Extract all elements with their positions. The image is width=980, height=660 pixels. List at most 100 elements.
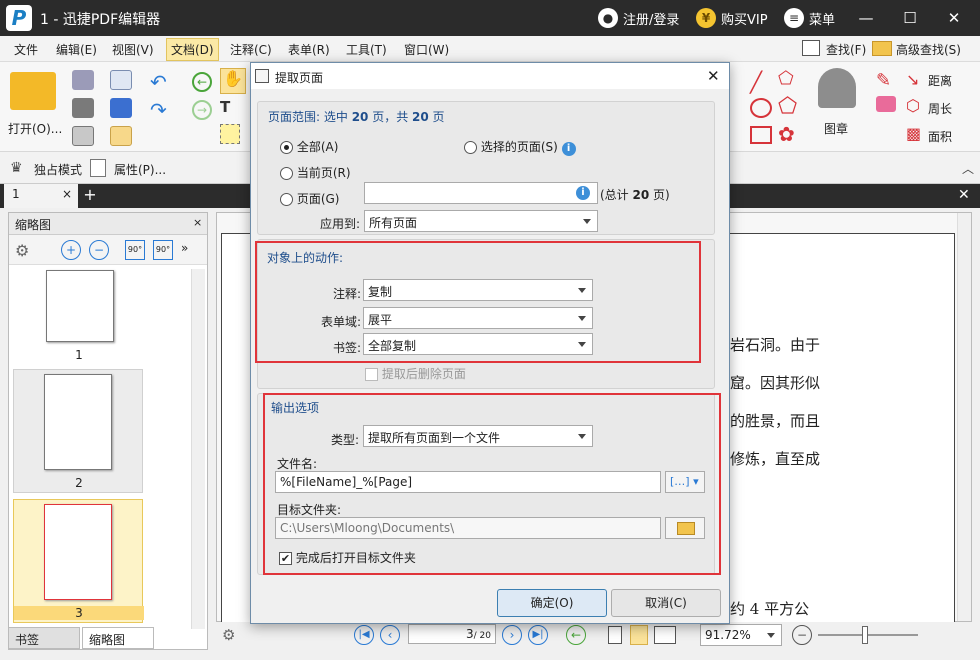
- form-field-select[interactable]: 展平: [363, 307, 593, 329]
- text-select-icon[interactable]: T: [220, 98, 230, 116]
- page-number-input[interactable]: 3/ 20: [408, 624, 496, 644]
- rectangle-icon[interactable]: [750, 126, 772, 144]
- maximize-button[interactable]: ☐: [896, 6, 924, 30]
- minimize-button[interactable]: —: [852, 6, 880, 30]
- email-icon[interactable]: [110, 70, 132, 90]
- zoom-in-icon[interactable]: +: [61, 240, 81, 260]
- print-icon[interactable]: [72, 98, 94, 118]
- exclusive-mode-button[interactable]: 独占模式: [34, 161, 82, 178]
- document-scrollbar[interactable]: [957, 213, 971, 621]
- redo-icon[interactable]: ↷: [150, 98, 167, 122]
- ok-button[interactable]: 确定(O): [497, 589, 607, 617]
- radio-pages[interactable]: 页面(G): [280, 190, 340, 207]
- line-icon[interactable]: ╱: [750, 70, 762, 94]
- status-zoom-out-icon[interactable]: −: [792, 625, 812, 645]
- first-page-icon[interactable]: |◀: [354, 625, 374, 645]
- snapshot-icon[interactable]: [220, 124, 240, 144]
- open-folder-icon[interactable]: [10, 72, 56, 110]
- bookmarks-tab[interactable]: 书签: [8, 627, 80, 649]
- close-tab-icon[interactable]: ×: [62, 187, 72, 201]
- add-tab-icon[interactable]: +: [82, 187, 98, 203]
- open-folder-checkbox-box[interactable]: ✔: [279, 552, 292, 565]
- menu-tools[interactable]: 工具(T): [346, 41, 387, 58]
- close-document-icon[interactable]: ✕: [958, 187, 970, 203]
- cancel-button[interactable]: 取消(C): [611, 589, 721, 617]
- stamp-label[interactable]: 图章: [824, 120, 848, 137]
- export-icon[interactable]: [72, 126, 94, 146]
- pencil-icon[interactable]: ✎: [876, 70, 891, 91]
- pages-info-icon[interactable]: i: [576, 186, 590, 200]
- status-settings-icon[interactable]: ⚙: [222, 626, 235, 644]
- rotate-right-icon[interactable]: 90°: [153, 240, 173, 260]
- area-button[interactable]: 面积: [928, 128, 952, 145]
- radio-all-indicator[interactable]: [280, 141, 293, 154]
- undo-icon[interactable]: ↶: [150, 70, 167, 94]
- zoom-slider-handle[interactable]: [862, 626, 868, 644]
- menu-form[interactable]: 表单(R): [288, 41, 330, 58]
- bookmark-select[interactable]: 全部复制: [363, 333, 593, 355]
- next-page-icon[interactable]: ›: [502, 625, 522, 645]
- zoom-slider[interactable]: [818, 634, 918, 636]
- close-window-button[interactable]: ✕: [940, 6, 968, 30]
- delete-after-checkbox[interactable]: 提取后删除页面: [365, 365, 466, 382]
- menu-window[interactable]: 窗口(W): [404, 41, 449, 58]
- thumbnail-page-3[interactable]: 3: [13, 499, 144, 623]
- eraser-icon[interactable]: [876, 96, 896, 112]
- register-login-button[interactable]: ● 注册/登录: [598, 8, 679, 28]
- menu-view[interactable]: 视图(V): [112, 41, 154, 58]
- two-page-icon[interactable]: [654, 626, 676, 644]
- back-icon[interactable]: ←: [192, 72, 212, 92]
- polygon-icon[interactable]: ⬠: [778, 94, 797, 119]
- cloud-icon[interactable]: ✿: [778, 122, 795, 146]
- thumbnail-page-2[interactable]: 2: [13, 369, 143, 493]
- open-folder-checkbox[interactable]: ✔ 完成后打开目标文件夹: [279, 549, 416, 566]
- buy-vip-button[interactable]: ¥ 购买VIP: [696, 8, 768, 28]
- find-button[interactable]: 查找(F): [826, 41, 866, 58]
- hand-tool-icon[interactable]: ✋: [220, 68, 246, 94]
- continuous-page-icon[interactable]: [630, 625, 648, 645]
- info-icon[interactable]: i: [561, 142, 576, 156]
- collapse-ribbon-icon[interactable]: ︿: [962, 160, 974, 177]
- radio-current-indicator[interactable]: [280, 167, 293, 180]
- delete-after-checkbox-box[interactable]: [365, 368, 378, 381]
- settings-gear-icon[interactable]: ⚙: [15, 241, 29, 260]
- filename-macro-button[interactable]: […] ▾: [665, 471, 705, 493]
- radio-pages-indicator[interactable]: [280, 193, 293, 206]
- menu-button[interactable]: ≡ 菜单: [784, 8, 835, 28]
- menu-file[interactable]: 文件: [14, 41, 38, 58]
- thumbnail-page-1[interactable]: 1: [13, 269, 143, 363]
- menu-edit[interactable]: 编辑(E): [56, 41, 97, 58]
- advanced-find-button[interactable]: 高级查找(S): [896, 41, 961, 58]
- more-chevron-icon[interactable]: »: [181, 241, 188, 255]
- status-back-icon[interactable]: ←: [566, 625, 586, 645]
- prev-page-icon[interactable]: ‹: [380, 625, 400, 645]
- forward-icon[interactable]: →: [192, 100, 212, 120]
- target-folder-input[interactable]: C:\Users\Mloong\Documents\: [275, 517, 661, 539]
- rotate-left-icon[interactable]: 90°: [125, 240, 145, 260]
- zoom-select[interactable]: 91.72%: [700, 624, 782, 646]
- scan-icon[interactable]: [110, 98, 132, 118]
- new-doc-icon[interactable]: [110, 126, 132, 146]
- thumbnails-tab[interactable]: 缩略图: [82, 627, 154, 649]
- pages-input[interactable]: [364, 182, 598, 204]
- radio-selected-pages[interactable]: 选择的页面(S) i: [464, 138, 576, 156]
- panel-scrollbar[interactable]: [191, 269, 205, 629]
- annotation-select[interactable]: 复制: [363, 279, 593, 301]
- menu-document[interactable]: 文档(D): [166, 38, 219, 61]
- apply-to-select[interactable]: 所有页面: [364, 210, 598, 232]
- zoom-out-icon[interactable]: −: [89, 240, 109, 260]
- distance-button[interactable]: 距离: [928, 72, 952, 89]
- document-tab[interactable]: 1 ×: [4, 184, 78, 208]
- last-page-icon[interactable]: ▶|: [528, 625, 548, 645]
- browse-folder-button[interactable]: [665, 517, 705, 539]
- stamp-icon[interactable]: [818, 68, 856, 108]
- type-select[interactable]: 提取所有页面到一个文件: [363, 425, 593, 447]
- filename-input[interactable]: %[FileName]_%[Page]: [275, 471, 661, 493]
- radio-selected-indicator[interactable]: [464, 141, 477, 154]
- radio-current-page[interactable]: 当前页(R): [280, 164, 351, 181]
- panel-close-icon[interactable]: ×: [193, 216, 202, 229]
- open-button-label[interactable]: 打开(O)...: [8, 120, 62, 137]
- dialog-close-icon[interactable]: ✕: [707, 67, 720, 85]
- properties-button[interactable]: 属性(P)...: [114, 161, 166, 178]
- menu-comment[interactable]: 注释(C): [230, 41, 272, 58]
